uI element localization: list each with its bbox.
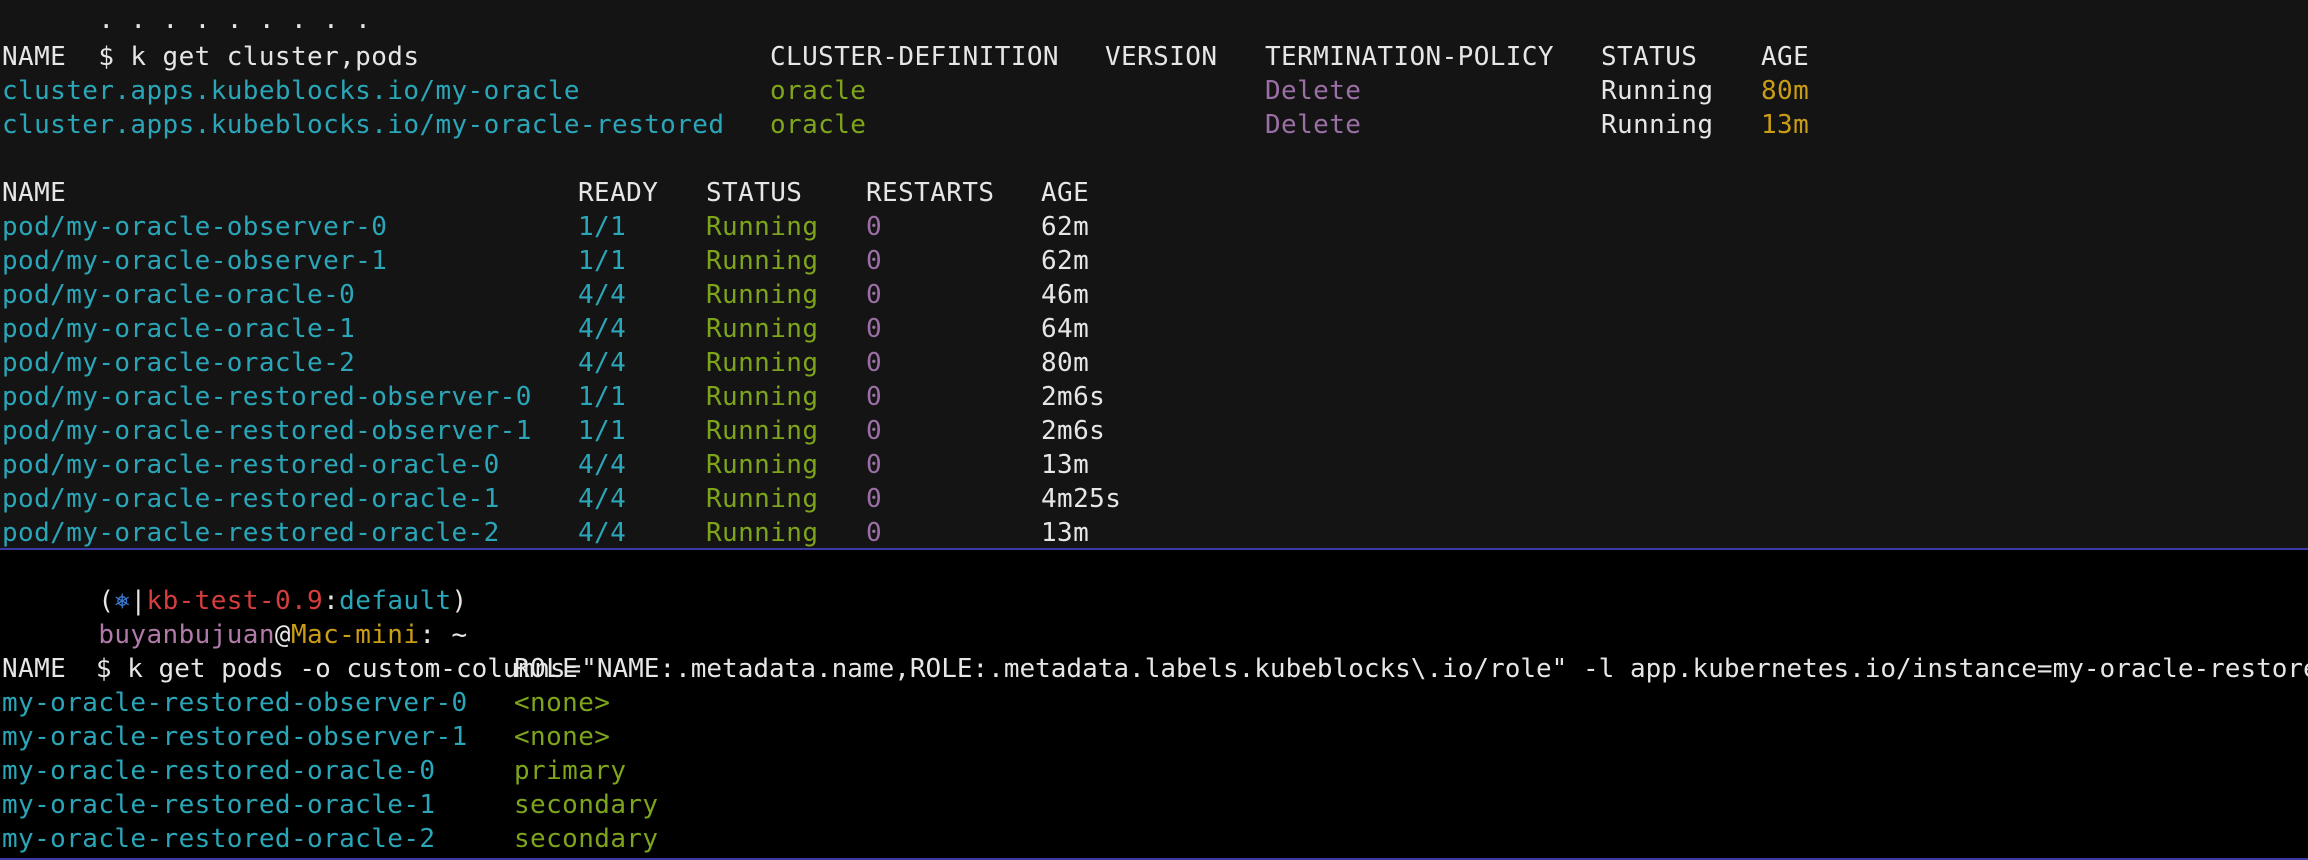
- cluster-age: 80m: [1761, 76, 1810, 106]
- pod-restarts: 0: [866, 484, 883, 514]
- header-status: STATUS: [706, 178, 803, 208]
- cluster-age: 13m: [1761, 110, 1810, 140]
- pod-status: Running: [706, 212, 819, 242]
- header-termination-policy: TERMINATION-POLICY: [1265, 42, 1554, 72]
- pod-age: 46m: [1041, 280, 1090, 310]
- pod-age: 13m: [1041, 518, 1090, 548]
- pod-age: 64m: [1041, 314, 1090, 344]
- cluster-status: Running: [1601, 76, 1714, 106]
- pod-status: Running: [706, 314, 819, 344]
- pod-status: Running: [706, 246, 819, 276]
- header-ready: READY: [578, 178, 659, 208]
- terminal-pane-bottom[interactable]: (⎈|kb-test-0.9:default) buyanbujuan@Mac-…: [0, 550, 2308, 856]
- header-name: NAME: [2, 178, 67, 208]
- header-age: AGE: [1761, 42, 1810, 72]
- pod-age: 62m: [1041, 246, 1090, 276]
- cluster-termination-policy: Delete: [1265, 76, 1362, 106]
- command-line[interactable]: $ k get pods -o custom-columns="NAME:.me…: [2, 618, 2308, 684]
- role-value: <none>: [514, 688, 611, 718]
- command-line: $ k get cluster,pods: [2, 6, 419, 72]
- command-text: $ k get pods -o custom-columns="NAME:.me…: [95, 654, 2308, 684]
- role-value: <none>: [514, 722, 611, 752]
- pod-restarts: 0: [866, 348, 883, 378]
- pod-name: pod/my-oracle-restored-oracle-1: [2, 484, 500, 514]
- pod-name: pod/my-oracle-restored-oracle-2: [2, 518, 500, 548]
- role-pod-name: my-oracle-restored-observer-0: [2, 688, 468, 718]
- header-role: ROLE: [514, 654, 579, 684]
- command-text: $ k get cluster,pods: [98, 42, 420, 72]
- pod-name: pod/my-oracle-oracle-2: [2, 348, 356, 378]
- cluster-status: Running: [1601, 110, 1714, 140]
- shell-prompt: buyanbujuan@Mac-mini: ~: [2, 584, 468, 650]
- k8s-context-line: (⎈|kb-test-0.9:default): [2, 550, 468, 616]
- terminal-pane-top[interactable]: · · · · · · · · · $ k get cluster,pods N…: [0, 0, 2308, 548]
- header-name: NAME: [2, 42, 67, 72]
- pod-name: pod/my-oracle-restored-oracle-0: [2, 450, 500, 480]
- table-row: cluster.apps.kubeblocks.io/my-oracle-res…: [2, 108, 1809, 142]
- role-pod-name: my-oracle-restored-oracle-0: [2, 756, 436, 786]
- pod-name: pod/my-oracle-restored-observer-0: [2, 382, 532, 412]
- terminal-window[interactable]: · · · · · · · · · $ k get cluster,pods N…: [0, 0, 2308, 860]
- cluster-termination-policy: Delete: [1265, 110, 1362, 140]
- pod-name: pod/my-oracle-oracle-1: [2, 314, 356, 344]
- pod-name: pod/my-oracle-restored-observer-1: [2, 416, 532, 446]
- header-status: STATUS: [1601, 42, 1698, 72]
- header-name: NAME: [2, 654, 67, 684]
- pod-restarts: 0: [866, 450, 883, 480]
- pod-ready: 4/4: [578, 314, 627, 344]
- role-table-header: NAME ROLE: [2, 652, 578, 686]
- pod-ready: 4/4: [578, 450, 627, 480]
- pod-restarts: 0: [866, 246, 883, 276]
- pod-ready: 1/1: [578, 416, 627, 446]
- pod-age: 2m6s: [1041, 416, 1106, 446]
- pod-status: Running: [706, 280, 819, 310]
- pod-status: Running: [706, 450, 819, 480]
- role-value: secondary: [514, 790, 659, 820]
- pod-table-header: NAME READY STATUS RESTARTS AGE: [2, 176, 1089, 210]
- pod-ready: 1/1: [578, 382, 627, 412]
- pod-restarts: 0: [866, 382, 883, 412]
- pod-restarts: 0: [866, 416, 883, 446]
- cluster-name: cluster.apps.kubeblocks.io/my-oracle: [2, 76, 580, 106]
- pod-restarts: 0: [866, 518, 883, 548]
- role-pod-name: my-oracle-restored-observer-1: [2, 722, 468, 752]
- pod-ready: 4/4: [578, 518, 627, 548]
- role-pod-name: my-oracle-restored-oracle-2: [2, 824, 436, 854]
- pod-name: pod/my-oracle-observer-0: [2, 212, 388, 242]
- cluster-definition: oracle: [770, 110, 867, 140]
- pod-status: Running: [706, 518, 819, 548]
- pod-status: Running: [706, 348, 819, 378]
- pod-age: 62m: [1041, 212, 1090, 242]
- cluster-table-header: NAME CLUSTER-DEFINITION VERSION TERMINAT…: [2, 40, 1809, 74]
- pod-name: pod/my-oracle-oracle-0: [2, 280, 356, 310]
- pod-age: 80m: [1041, 348, 1090, 378]
- cluster-definition: oracle: [770, 76, 867, 106]
- pod-restarts: 0: [866, 212, 883, 242]
- pod-ready: 1/1: [578, 246, 627, 276]
- pod-age: 2m6s: [1041, 382, 1106, 412]
- pod-age: 4m25s: [1041, 484, 1122, 514]
- pod-status: Running: [706, 416, 819, 446]
- pod-status: Running: [706, 382, 819, 412]
- header-restarts: RESTARTS: [866, 178, 995, 208]
- pod-ready: 1/1: [578, 212, 627, 242]
- pod-ready: 4/4: [578, 280, 627, 310]
- header-version: VERSION: [1105, 42, 1218, 72]
- pod-name: pod/my-oracle-observer-1: [2, 246, 388, 276]
- pod-ready: 4/4: [578, 484, 627, 514]
- pod-status: Running: [706, 484, 819, 514]
- role-value: primary: [514, 756, 627, 786]
- pod-age: 13m: [1041, 450, 1090, 480]
- role-value: secondary: [514, 824, 659, 854]
- pod-restarts: 0: [866, 280, 883, 310]
- pod-restarts: 0: [866, 314, 883, 344]
- cluster-name: cluster.apps.kubeblocks.io/my-oracle-res…: [2, 110, 725, 140]
- pod-ready: 4/4: [578, 348, 627, 378]
- header-cluster-definition: CLUSTER-DEFINITION: [770, 42, 1059, 72]
- table-row: cluster.apps.kubeblocks.io/my-oracle ora…: [2, 74, 1809, 108]
- role-pod-name: my-oracle-restored-oracle-1: [2, 790, 436, 820]
- header-age: AGE: [1041, 178, 1090, 208]
